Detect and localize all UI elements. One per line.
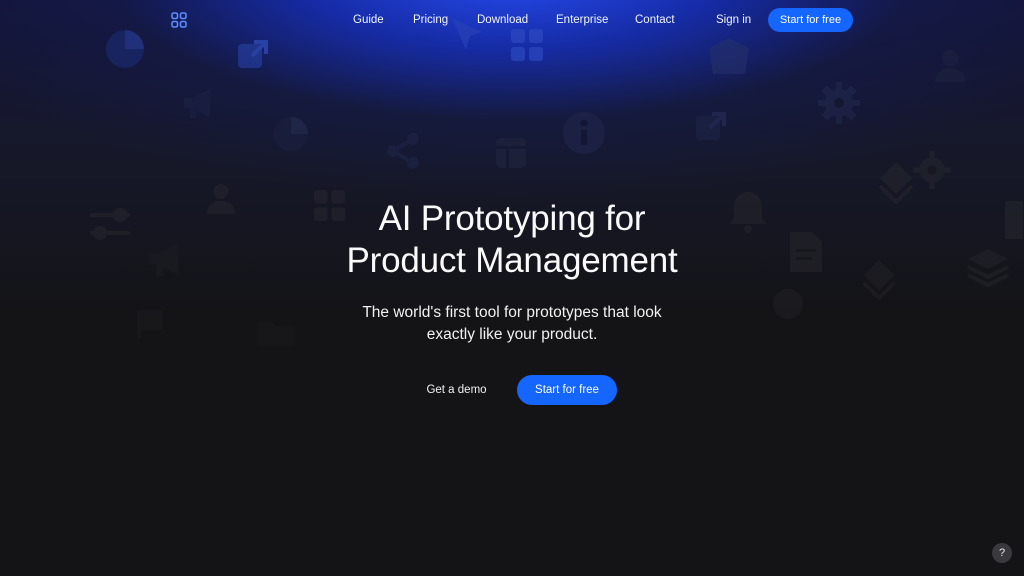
nav-link-pricing[interactable]: Pricing [413,13,448,27]
hero-title: AI Prototyping for Product Management [262,198,762,282]
top-navigation: Guide Pricing Download Enterprise Contac… [0,0,1024,40]
nav-link-contact[interactable]: Contact [635,13,675,27]
hero-start-free-button[interactable]: Start for free [517,375,617,405]
nav-link-download[interactable]: Download [477,13,528,27]
nav-link-guide[interactable]: Guide [353,13,384,27]
hero-subtitle: The world's first tool for prototypes th… [312,302,712,346]
hero-title-line-2: Product Management [346,241,678,280]
four-dots-logo-icon[interactable] [171,12,187,28]
hero-subtitle-line-1: The world's first tool for prototypes th… [362,304,662,321]
hero-background [0,0,1024,576]
sign-in-link[interactable]: Sign in [716,13,751,27]
hero-subtitle-line-2: exactly like your product. [426,326,598,343]
nav-start-free-button[interactable]: Start for free [768,8,853,32]
nav-link-enterprise[interactable]: Enterprise [556,13,608,27]
get-demo-button[interactable]: Get a demo [420,376,493,404]
help-button[interactable]: ? [992,543,1012,563]
hero-title-line-1: AI Prototyping for [378,199,646,238]
